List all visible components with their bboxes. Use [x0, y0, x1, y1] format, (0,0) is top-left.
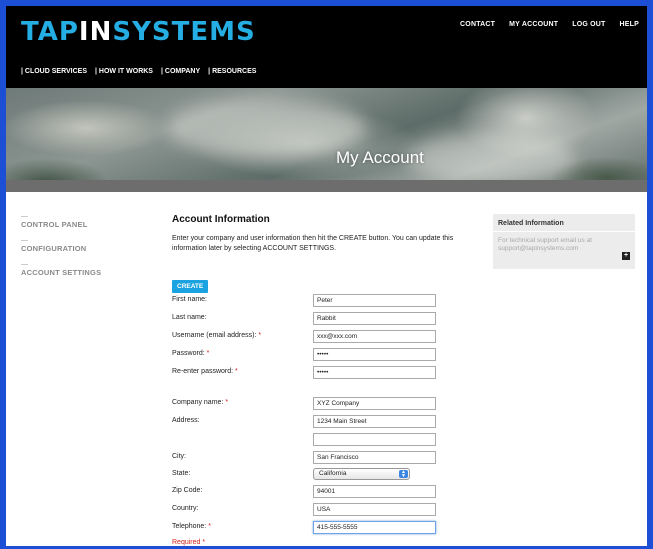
sidebar-item-label: ACCOUNT SETTINGS [21, 268, 102, 277]
main-nav: CLOUD SERVICES HOW IT WORKS COMPANY RESO… [21, 68, 257, 75]
telephone-field[interactable]: 415-555-5555 [313, 521, 436, 534]
nav-help-link[interactable]: HELP [620, 21, 639, 28]
required-note: Required * [172, 539, 206, 546]
sidebar: — CONTROL PANEL — CONFIGURATION — ACCOUN… [21, 213, 141, 286]
main-content: Account Information Enter your company a… [172, 214, 472, 293]
address-line2-field[interactable] [313, 433, 436, 446]
hero-strip [6, 180, 647, 192]
last-name-field[interactable]: Rabbit [313, 312, 436, 325]
hero-cloud [406, 133, 576, 183]
state-select-value: California [319, 470, 347, 477]
nav-resources[interactable]: RESOURCES [208, 68, 256, 75]
username-label: Username (email address): * [172, 332, 262, 339]
state-select[interactable]: California ▲ ▼ [313, 468, 410, 480]
top-bar: TAPINSYSTEMS CONTACT MY ACCOUNT LOG OUT … [6, 6, 647, 88]
nav-how-it-works[interactable]: HOW IT WORKS [95, 68, 153, 75]
nav-log-out-link[interactable]: LOG OUT [572, 21, 605, 28]
address-line1-field[interactable]: 1234 Main Street [313, 415, 436, 428]
last-name-label: Last name: [172, 314, 207, 321]
zip-code-label: Zip Code: [172, 487, 203, 494]
related-information-panel: Related Information For technical suppor… [493, 214, 635, 269]
intro-text: Enter your company and user information … [172, 235, 454, 252]
company-name-label: Company name: * [172, 399, 229, 406]
hero-title: My Account [336, 148, 424, 167]
reenter-password-label: Re-enter password: * [172, 368, 238, 375]
page-title: Account Information [172, 214, 270, 225]
password-field[interactable]: ••••• [313, 348, 436, 361]
create-button[interactable]: CREATE [172, 280, 209, 293]
related-title: Related Information [493, 214, 635, 232]
nav-company[interactable]: COMPANY [161, 68, 200, 75]
username-field[interactable]: xxx@xxx.com [313, 330, 436, 343]
nav-contact-link[interactable]: CONTACT [460, 21, 495, 28]
company-name-field[interactable]: XYZ Company [313, 397, 436, 410]
country-label: Country: [172, 505, 199, 512]
city-label: City: [172, 453, 186, 460]
sidebar-item-label: CONTROL PANEL [21, 220, 88, 229]
select-arrows-icon: ▲ ▼ [399, 470, 408, 479]
city-field[interactable]: San Francisco [313, 451, 436, 464]
sidebar-item-control-panel[interactable]: — CONTROL PANEL [21, 213, 141, 229]
telephone-label: Telephone: * [172, 523, 211, 530]
first-name-label: First name: [172, 296, 208, 303]
page-frame: TAPINSYSTEMS CONTACT MY ACCOUNT LOG OUT … [6, 6, 647, 546]
password-label: Password: * [172, 350, 210, 357]
utility-nav: CONTACT MY ACCOUNT LOG OUT HELP [460, 21, 639, 28]
tapinsystems-logo[interactable]: TAPINSYSTEMS [21, 17, 256, 47]
sidebar-item-label: CONFIGURATION [21, 244, 87, 253]
state-label: State: [172, 470, 191, 477]
expand-plus-icon[interactable]: + [622, 252, 630, 260]
country-field[interactable]: USA [313, 503, 436, 516]
zip-code-field[interactable]: 94001 [313, 485, 436, 498]
sidebar-item-configuration[interactable]: — CONFIGURATION [21, 237, 141, 253]
reenter-password-field[interactable]: ••••• [313, 366, 436, 379]
nav-cloud-services[interactable]: CLOUD SERVICES [21, 68, 87, 75]
address-label: Address: [172, 417, 200, 424]
related-body: For technical support email us at suppor… [498, 237, 592, 252]
sidebar-item-account-settings[interactable]: — ACCOUNT SETTINGS [21, 261, 141, 277]
hero-banner: My Account [6, 88, 647, 192]
nav-my-account-link[interactable]: MY ACCOUNT [509, 21, 558, 28]
first-name-field[interactable]: Peter [313, 294, 436, 307]
